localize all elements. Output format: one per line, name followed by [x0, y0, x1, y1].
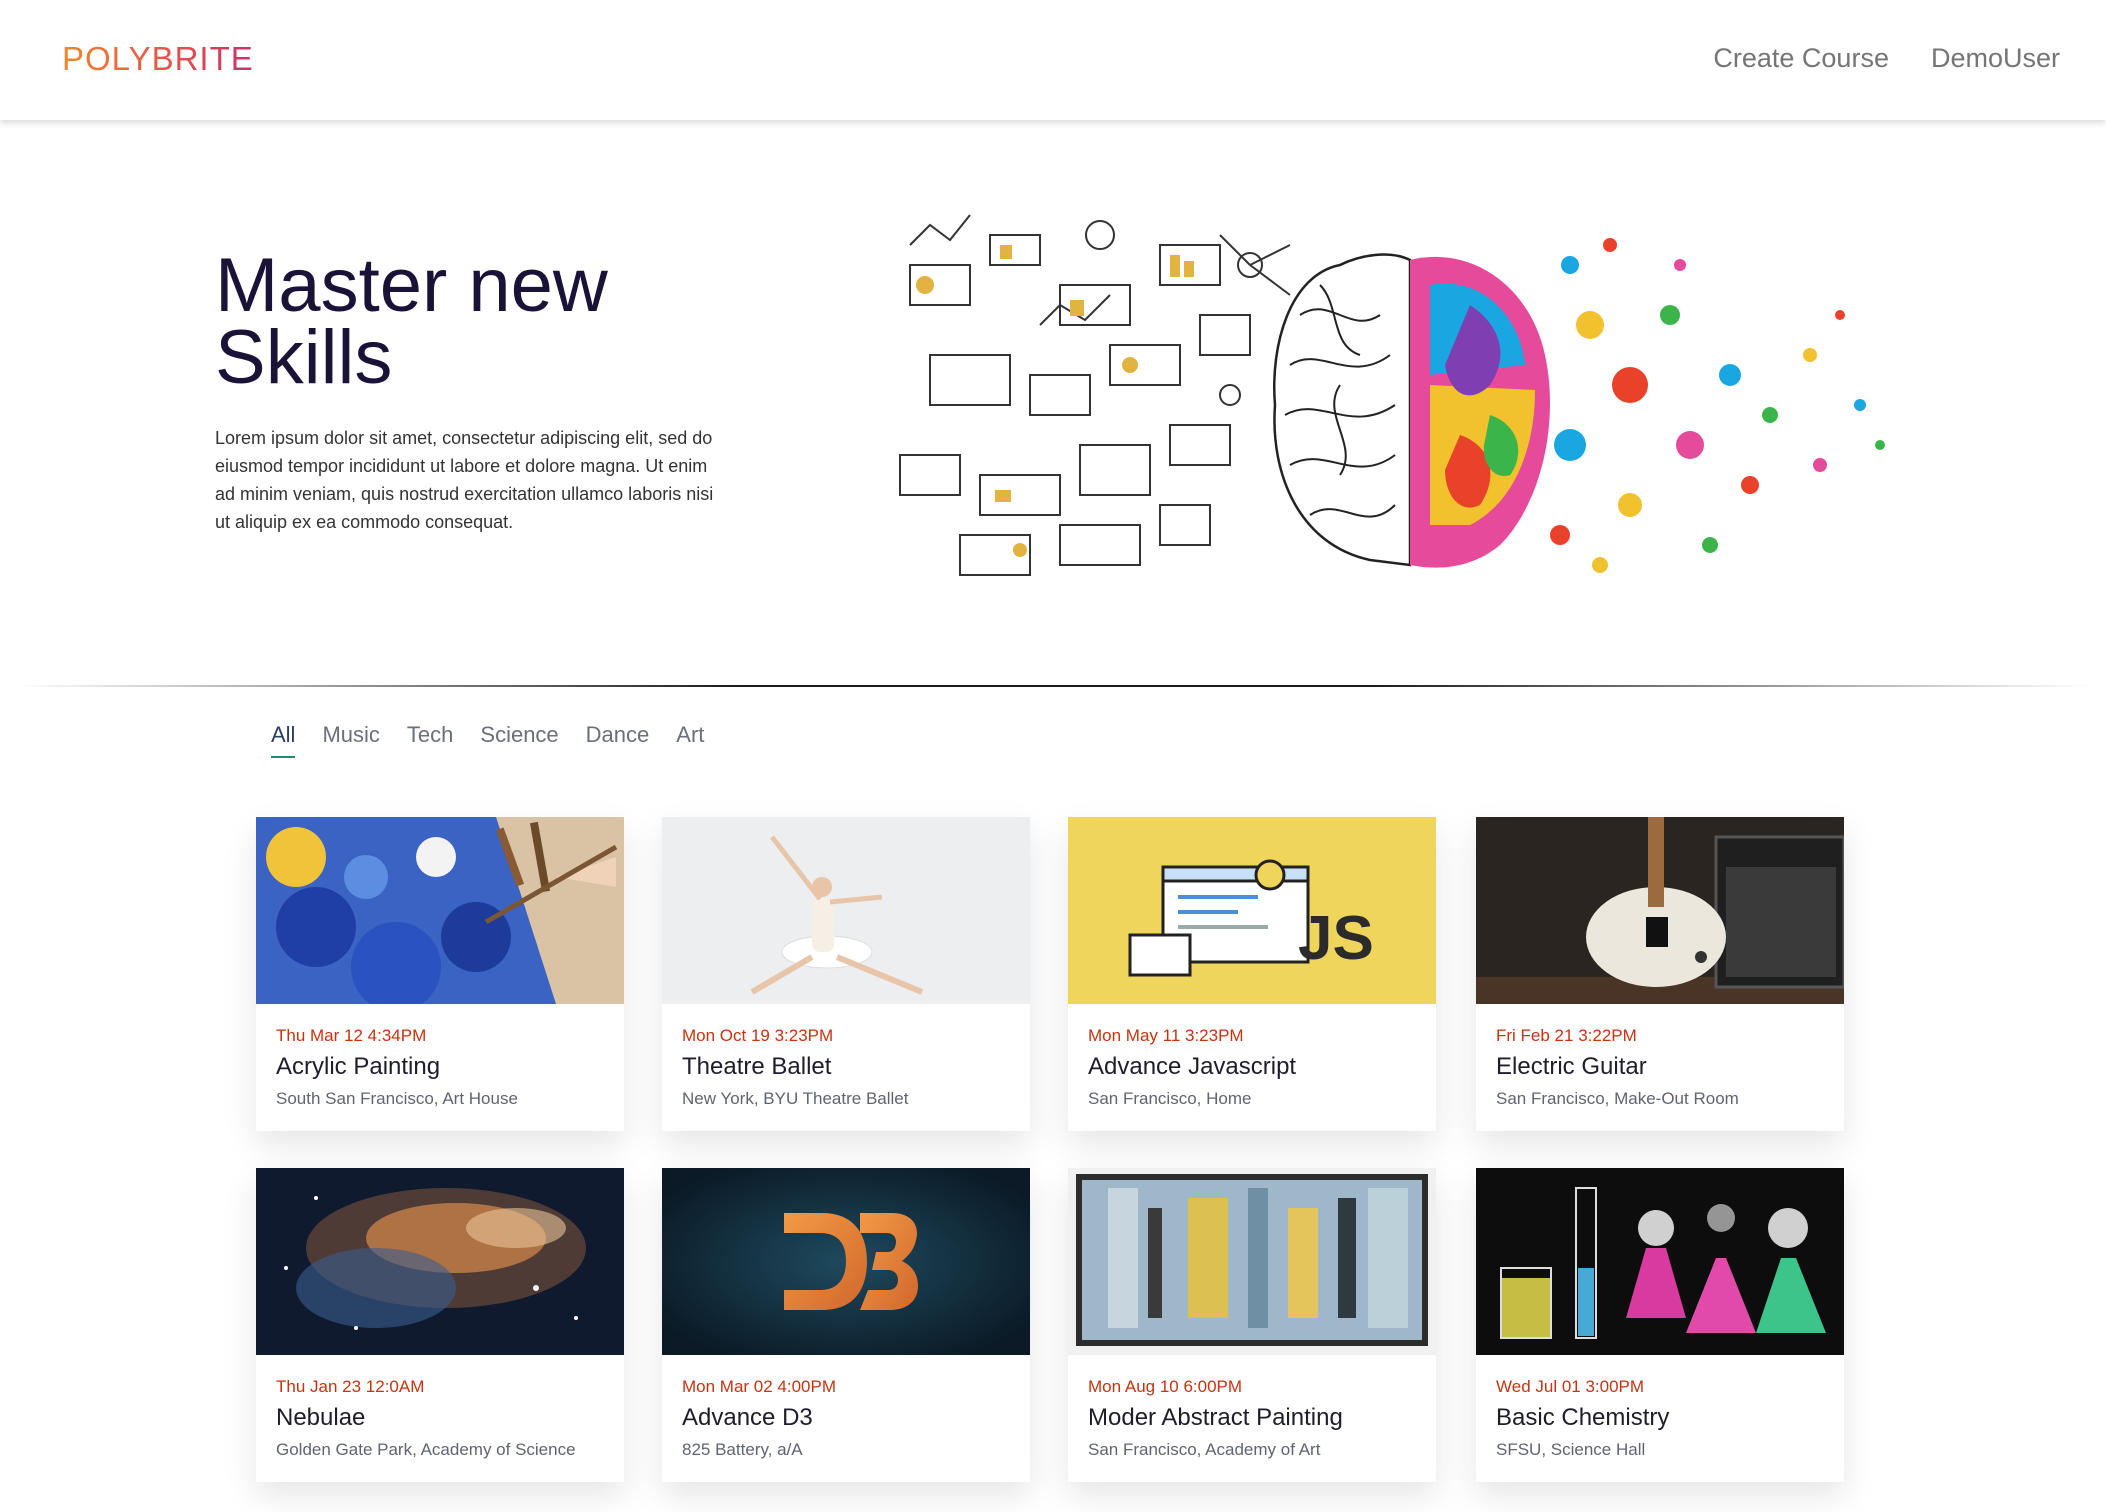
electric-guitar-image [1476, 817, 1844, 1004]
hero-title: Master new Skills [215, 243, 608, 400]
course-location: New York, BYU Theatre Ballet [682, 1089, 909, 1108]
tab-science[interactable]: Science [480, 722, 558, 758]
course-location: South San Francisco, Art House [276, 1089, 518, 1108]
top-app-bar: POLYBRITE Create Course DemoUser [0, 0, 2106, 120]
course-title: Nebulae [276, 1404, 366, 1431]
brain-illustration [870, 205, 1900, 605]
course-title: Advance Javascript [1088, 1053, 1297, 1080]
course-card-advance-d3[interactable]: Mon Mar 02 4:00PM Advance D3 825 Battery… [662, 1168, 1030, 1482]
course-title: Basic Chemistry [1496, 1404, 1670, 1431]
tab-tech[interactable]: Tech [407, 722, 453, 758]
course-location: San Francisco, Academy of Art [1088, 1440, 1321, 1459]
tab-all[interactable]: All [271, 722, 296, 758]
course-card-basic-chemistry[interactable]: Wed Jul 01 3:00PM Basic Chemistry SFSU, … [1476, 1168, 1844, 1482]
ballet-dancer-image [662, 817, 1030, 1004]
course-card-electric-guitar[interactable]: Fri Feb 21 3:22PM Electric Guitar San Fr… [1476, 817, 1844, 1131]
course-title: Electric Guitar [1496, 1053, 1647, 1080]
course-title: Moder Abstract Painting [1088, 1404, 1343, 1431]
course-date: Thu Jan 23 12:0AM [276, 1377, 425, 1396]
course-date: Mon Mar 02 4:00PM [682, 1377, 837, 1396]
course-location: Golden Gate Park, Academy of Science [276, 1440, 576, 1459]
course-card-acrylic-painting[interactable]: Thu Mar 12 4:34PM Acrylic Painting South… [256, 817, 624, 1131]
course-title: Acrylic Painting [276, 1053, 441, 1080]
course-date: Mon Oct 19 3:23PM [682, 1026, 834, 1045]
course-date: Fri Feb 21 3:22PM [1496, 1026, 1637, 1045]
course-card-nebulae[interactable]: Thu Jan 23 12:0AM Nebulae Golden Gate Pa… [256, 1168, 624, 1482]
category-tabs: All Music Tech Science Dance Art [271, 722, 704, 758]
polybrite-logo[interactable]: POLYBRITE [62, 40, 254, 78]
course-date: Mon May 11 3:23PM [1088, 1026, 1244, 1045]
javascript-logo-image: JS [1068, 817, 1436, 1004]
course-date: Wed Jul 01 3:00PM [1496, 1377, 1645, 1396]
abstract-painting-image [1068, 1168, 1436, 1355]
header-nav: Create Course DemoUser [1713, 43, 2060, 74]
course-location: SFSU, Science Hall [1496, 1440, 1646, 1459]
user-menu-link[interactable]: DemoUser [1931, 43, 2060, 74]
create-course-link[interactable]: Create Course [1713, 43, 1889, 74]
d3-logo-image [662, 1168, 1030, 1355]
tab-dance[interactable]: Dance [586, 722, 650, 758]
nebula-image [256, 1168, 624, 1355]
acrylic-painting-image [256, 817, 624, 1004]
tab-music[interactable]: Music [322, 722, 379, 758]
course-location: San Francisco, Home [1088, 1089, 1252, 1108]
course-location: 825 Battery, a/A [682, 1440, 803, 1459]
course-location: San Francisco, Make-Out Room [1496, 1089, 1739, 1108]
section-divider [15, 685, 2091, 687]
chemistry-flasks-image [1476, 1168, 1844, 1355]
course-date: Thu Mar 12 4:34PM [276, 1026, 427, 1045]
hero-description: Lorem ipsum dolor sit amet, consectetur … [215, 428, 714, 532]
course-date: Mon Aug 10 6:00PM [1088, 1377, 1243, 1396]
js-text: JS [1298, 904, 1374, 973]
course-card-theatre-ballet[interactable]: Mon Oct 19 3:23PM Theatre Ballet New Yor… [662, 817, 1030, 1131]
course-card-abstract-painting[interactable]: Mon Aug 10 6:00PM Moder Abstract Paintin… [1068, 1168, 1436, 1482]
course-title: Theatre Ballet [682, 1053, 832, 1080]
course-card-advance-javascript[interactable]: JS Mon May 11 3:23PM Advance Javascript … [1068, 817, 1436, 1131]
tab-art[interactable]: Art [676, 722, 704, 758]
course-title: Advance D3 [682, 1404, 813, 1431]
